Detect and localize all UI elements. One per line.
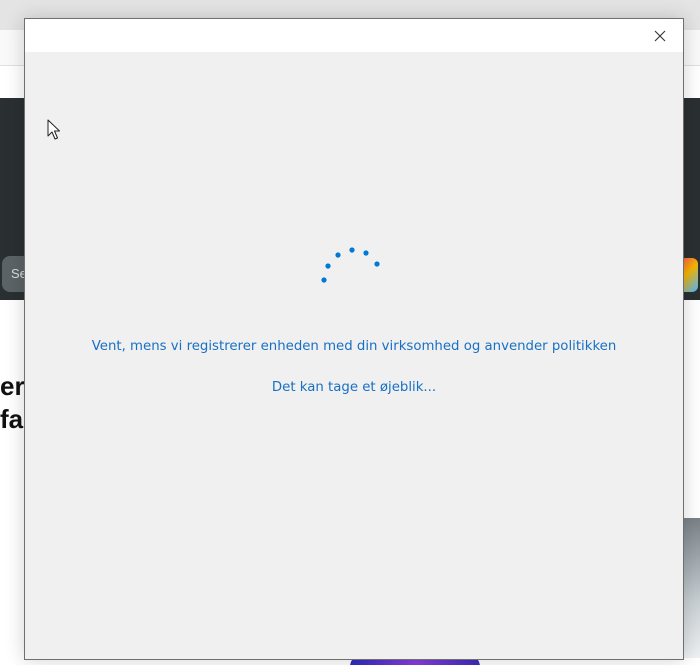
loading-spinner-icon bbox=[315, 241, 387, 291]
close-button[interactable] bbox=[637, 19, 683, 52]
background-heading-text: er fa bbox=[0, 371, 25, 434]
status-message: Vent, mens vi registrerer enheden med di… bbox=[91, 339, 617, 354]
mouse-pointer-icon bbox=[47, 119, 61, 141]
close-icon bbox=[654, 30, 666, 42]
status-submessage: Det kan tage et øjeblik... bbox=[271, 380, 437, 395]
background-thumbnail bbox=[684, 518, 700, 658]
dialog-titlebar bbox=[25, 19, 683, 52]
device-enrollment-dialog: Vent, mens vi registrerer enheden med di… bbox=[24, 18, 684, 660]
